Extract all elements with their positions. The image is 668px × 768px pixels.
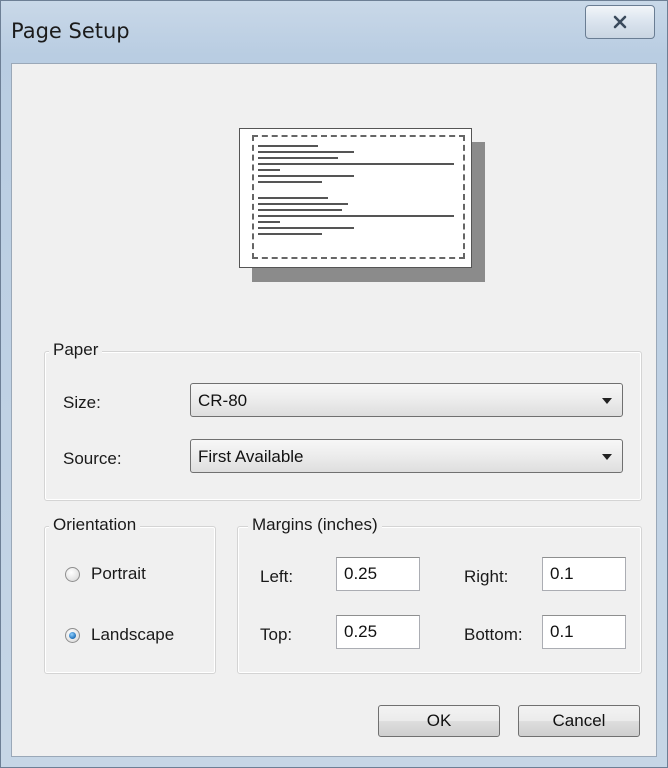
left-margin-label: Left: (260, 567, 294, 586)
preview-text-line (258, 215, 454, 217)
preview-text-line (258, 209, 342, 211)
page-setup-dialog: Page Setup Paper Size: CR-80 Source: Fir… (0, 0, 668, 768)
cancel-button[interactable]: Cancel (518, 705, 640, 737)
size-dropdown[interactable]: CR-80 (190, 383, 623, 417)
source-dropdown[interactable]: First Available (190, 439, 623, 473)
portrait-radio[interactable] (65, 567, 80, 582)
paper-legend: Paper (49, 340, 103, 360)
paper-group: Paper Size: CR-80 Source: First Availabl… (44, 340, 642, 501)
preview-text-line (258, 197, 328, 199)
bottom-margin-label: Bottom: (464, 625, 523, 644)
ok-button[interactable]: OK (378, 705, 500, 737)
right-margin-label: Right: (464, 567, 509, 586)
chevron-down-icon (602, 398, 612, 404)
margins-group: Margins (inches) Left: 0.25 Right: 0.1 T… (237, 515, 642, 674)
preview-text-line (258, 151, 354, 153)
portrait-label[interactable]: Portrait (91, 564, 146, 584)
bottom-margin-input[interactable]: 0.1 (542, 615, 626, 649)
dialog-body: Paper Size: CR-80 Source: First Availabl… (11, 63, 657, 757)
size-label: Size: (63, 393, 101, 412)
landscape-radio[interactable] (65, 628, 80, 643)
preview-text-line (258, 145, 318, 147)
preview-text-line (258, 181, 322, 183)
margins-legend: Margins (inches) (248, 515, 382, 535)
page-preview (239, 128, 472, 268)
preview-text-line (258, 233, 322, 235)
top-margin-value: 0.25 (344, 622, 378, 641)
title-bar[interactable]: Page Setup (1, 1, 667, 63)
size-value: CR-80 (198, 391, 248, 410)
close-button[interactable] (585, 5, 655, 39)
source-label: Source: (63, 449, 122, 468)
preview-text-line (258, 169, 280, 171)
source-value: First Available (198, 447, 304, 466)
orientation-group: Orientation Portrait Landscape (44, 515, 216, 674)
chevron-down-icon (602, 454, 612, 460)
top-margin-input[interactable]: 0.25 (336, 615, 420, 649)
right-margin-input[interactable]: 0.1 (542, 557, 626, 591)
landscape-label[interactable]: Landscape (91, 625, 174, 645)
preview-text-line (258, 163, 454, 165)
top-margin-label: Top: (260, 625, 293, 644)
window-title: Page Setup (11, 19, 130, 43)
right-margin-value: 0.1 (550, 564, 574, 583)
left-margin-value: 0.25 (344, 564, 378, 583)
preview-text-line (258, 157, 338, 159)
preview-text-line (258, 203, 348, 205)
preview-text-line (258, 175, 354, 177)
left-margin-input[interactable]: 0.25 (336, 557, 420, 591)
close-icon (613, 15, 627, 29)
preview-text-line (258, 221, 280, 223)
bottom-margin-value: 0.1 (550, 622, 574, 641)
preview-text-line (258, 227, 354, 229)
orientation-legend: Orientation (49, 515, 141, 535)
